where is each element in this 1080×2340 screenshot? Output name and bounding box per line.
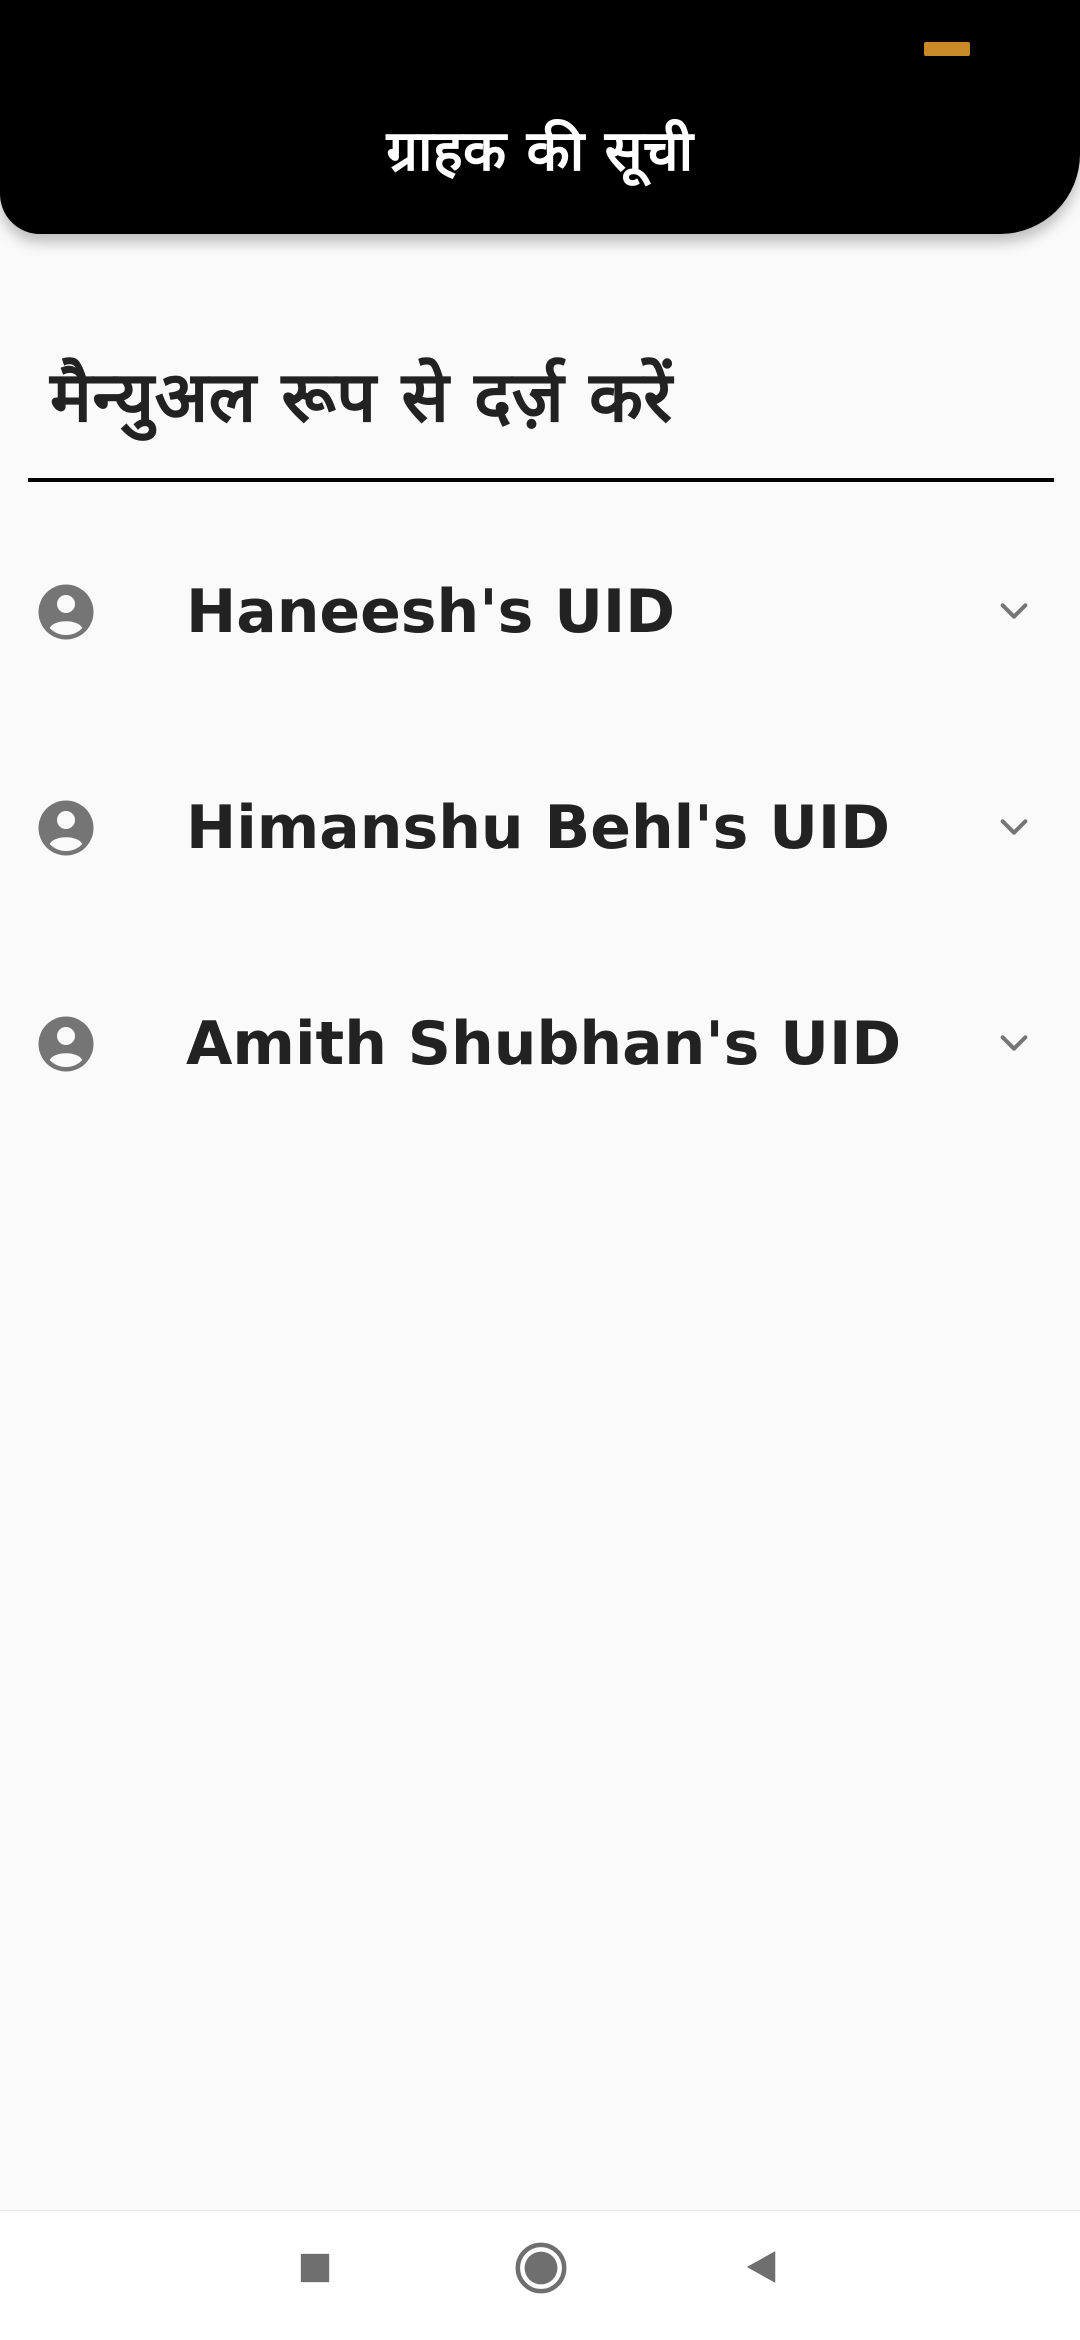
customer-list: Haneesh's UID Himanshu Behl's UID Amith …: [0, 540, 1080, 1188]
status-indicator: [924, 42, 970, 56]
customer-list-item[interactable]: Amith Shubhan's UID: [0, 972, 1080, 1188]
page-title: ग्राहक की सूची: [386, 119, 694, 184]
account-circle-icon: [38, 1016, 94, 1072]
chevron-down-icon[interactable]: [994, 594, 1034, 628]
customer-list-screen: ग्राहक की सूची मैन्युअल रूप से दर्ज़ करे…: [0, 0, 1080, 2340]
customer-name: Haneesh's UID: [186, 577, 676, 647]
customer-name: Himanshu Behl's UID: [186, 793, 891, 863]
manual-entry-heading: मैन्युअल रूप से दर्ज़ करें: [50, 355, 673, 438]
customer-list-item[interactable]: Himanshu Behl's UID: [0, 756, 1080, 972]
account-circle-icon: [38, 584, 94, 640]
customer-list-item[interactable]: Haneesh's UID: [0, 540, 1080, 756]
home-circle-icon[interactable]: [514, 2241, 568, 2295]
back-triangle-icon[interactable]: [742, 2247, 780, 2287]
chevron-down-icon[interactable]: [994, 810, 1034, 844]
chevron-down-icon[interactable]: [994, 1026, 1034, 1060]
account-circle-icon: [38, 800, 94, 856]
customer-name: Amith Shubhan's UID: [186, 1009, 902, 1079]
section-divider: [28, 478, 1054, 482]
square-icon[interactable]: [298, 2251, 332, 2285]
app-header: ग्राहक की सूची: [0, 0, 1080, 234]
android-navigation-bar: [0, 2210, 1080, 2340]
